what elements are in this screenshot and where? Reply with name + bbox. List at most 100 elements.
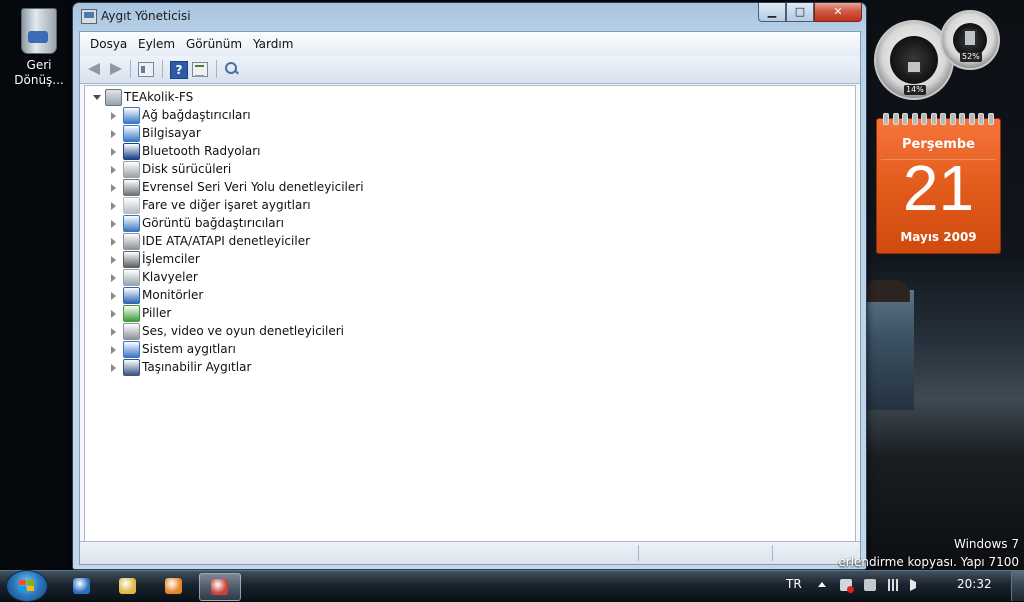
help-icon[interactable]: ? bbox=[170, 61, 188, 79]
forward-arrow-icon[interactable] bbox=[108, 61, 124, 77]
title-bar[interactable]: Aygıt Yöneticisi ▁ □ ✕ bbox=[73, 3, 866, 31]
speaker-icon bbox=[123, 323, 140, 340]
wallpaper-rock bbox=[866, 280, 910, 302]
disk-drive-icon bbox=[123, 161, 140, 178]
portable-devices-icon bbox=[123, 359, 140, 376]
expand-arrow-icon[interactable] bbox=[111, 256, 116, 264]
cpu-meter-gadget[interactable]: 14% 52% bbox=[874, 10, 1002, 102]
tree-item-label: Görüntü bağdaştırıcıları bbox=[142, 216, 284, 230]
expand-arrow-icon[interactable] bbox=[111, 364, 116, 372]
action-center-icon[interactable] bbox=[840, 579, 854, 593]
toolbar-separator bbox=[130, 60, 131, 78]
device-manager-icon bbox=[81, 9, 97, 24]
tree-item-label: Piller bbox=[142, 306, 172, 320]
computer-icon bbox=[123, 125, 140, 142]
expand-arrow-icon[interactable] bbox=[111, 112, 116, 120]
close-button[interactable]: ✕ bbox=[814, 3, 862, 22]
volume-icon[interactable] bbox=[910, 579, 916, 591]
device-manager-window: Aygıt Yöneticisi ▁ □ ✕ Dosya Eylem Görün… bbox=[72, 2, 867, 570]
bluetooth-icon bbox=[123, 143, 140, 160]
toolbar: ? bbox=[80, 56, 860, 84]
expand-arrow-icon[interactable] bbox=[111, 130, 116, 138]
expand-arrow-icon[interactable] bbox=[111, 238, 116, 246]
start-button[interactable] bbox=[6, 570, 48, 602]
menu-file[interactable]: Dosya bbox=[90, 37, 127, 51]
expand-arrow-icon[interactable] bbox=[111, 184, 116, 192]
menu-bar: Dosya Eylem Görünüm Yardım bbox=[80, 32, 860, 57]
show-desktop-button[interactable] bbox=[1011, 571, 1024, 601]
status-divider bbox=[772, 545, 773, 561]
tree-item-label: İşlemciler bbox=[142, 252, 200, 266]
calendar-gadget[interactable]: Perşembe 21 Mayıs 2009 bbox=[876, 113, 1001, 254]
scan-hardware-icon[interactable] bbox=[224, 61, 240, 77]
toolbar-separator bbox=[162, 60, 163, 78]
expand-arrow-icon[interactable] bbox=[111, 148, 116, 156]
tree-item-label: Sistem aygıtları bbox=[142, 342, 236, 356]
cpu-percent: 14% bbox=[904, 85, 926, 95]
show-hidden-icons-icon[interactable] bbox=[818, 582, 826, 587]
memory-chip-icon bbox=[963, 29, 977, 47]
collapse-arrow-icon[interactable] bbox=[93, 95, 101, 104]
update-driver-icon[interactable] bbox=[192, 62, 208, 77]
processor-icon bbox=[123, 251, 140, 268]
power-icon[interactable] bbox=[864, 579, 876, 591]
tree-item-label: Monitörler bbox=[142, 288, 204, 302]
display-adapter-icon bbox=[123, 215, 140, 232]
expand-arrow-icon[interactable] bbox=[111, 220, 116, 228]
computer-icon bbox=[105, 89, 122, 106]
tree-item-label: Klavyeler bbox=[142, 270, 198, 284]
window-client-area: Dosya Eylem Görünüm Yardım ? TEAkolik-FS… bbox=[79, 31, 861, 565]
tree-item-label: IDE ATA/ATAPI denetleyiciler bbox=[142, 234, 311, 248]
expand-arrow-icon[interactable] bbox=[111, 166, 116, 174]
windows-logo-icon bbox=[19, 580, 35, 592]
expand-arrow-icon[interactable] bbox=[111, 310, 116, 318]
expand-arrow-icon[interactable] bbox=[111, 274, 116, 282]
tree-item-label: Evrensel Seri Veri Yolu denetleyicileri bbox=[142, 180, 364, 194]
network-signal-icon[interactable] bbox=[886, 579, 898, 591]
media-player-icon bbox=[165, 578, 182, 594]
windows-explorer-icon bbox=[119, 578, 136, 594]
wallpaper-sea bbox=[864, 290, 914, 410]
taskbar: TR 20:32 bbox=[0, 570, 1024, 602]
recycle-bin-label-line1: Geri bbox=[26, 58, 52, 72]
language-indicator[interactable]: TR bbox=[786, 577, 802, 591]
window-title: Aygıt Yöneticisi bbox=[101, 9, 191, 23]
tree-item-label: Bluetooth Radyoları bbox=[142, 144, 261, 158]
internet-explorer-icon bbox=[73, 578, 90, 594]
recycle-bin-shortcut[interactable]: Geri Dönüş... bbox=[8, 8, 70, 88]
calendar-day-number: 21 bbox=[902, 152, 975, 224]
calendar-weekday: Perşembe bbox=[902, 137, 975, 152]
properties-icon[interactable] bbox=[138, 62, 154, 77]
menu-view[interactable]: Görünüm bbox=[186, 37, 242, 51]
menu-help[interactable]: Yardım bbox=[253, 37, 293, 51]
watermark-line2: erlendirme kopyası. Yapı 7100 bbox=[838, 555, 1019, 569]
device-manager-icon bbox=[211, 579, 228, 595]
tree-item-label: Ses, video ve oyun denetleyicileri bbox=[142, 324, 345, 338]
keyboard-icon bbox=[123, 269, 140, 286]
maximize-button[interactable]: □ bbox=[786, 3, 814, 22]
status-bar bbox=[80, 541, 860, 564]
watermark-line1: Windows 7 bbox=[953, 537, 1019, 551]
tree-root-label: TEAkolik-FS bbox=[124, 90, 194, 104]
minimize-button[interactable]: ▁ bbox=[758, 3, 786, 22]
expand-arrow-icon[interactable] bbox=[111, 292, 116, 300]
calendar-rings bbox=[883, 113, 994, 125]
back-arrow-icon[interactable] bbox=[86, 61, 102, 77]
expand-arrow-icon[interactable] bbox=[111, 328, 116, 336]
toolbar-separator bbox=[216, 60, 217, 78]
menu-action[interactable]: Eylem bbox=[138, 37, 175, 51]
taskbar-button[interactable] bbox=[62, 573, 102, 599]
mouse-icon bbox=[123, 197, 140, 214]
tree-item-label: Fare ve diğer işaret aygıtları bbox=[142, 198, 311, 212]
cpu-chip-icon bbox=[906, 60, 922, 74]
expand-arrow-icon[interactable] bbox=[111, 346, 116, 354]
tree-item-label: Ağ bağdaştırıcıları bbox=[142, 108, 251, 122]
taskbar-button[interactable] bbox=[199, 573, 241, 601]
device-tree: TEAkolik-FS Ağ bağdaştırıcıları Bilgisaya… bbox=[84, 85, 856, 542]
calendar-month-year: Mayıs 2009 bbox=[900, 230, 977, 244]
taskbar-button[interactable] bbox=[154, 573, 194, 599]
system-devices-icon bbox=[123, 341, 140, 358]
clock[interactable]: 20:32 bbox=[957, 577, 992, 591]
taskbar-button[interactable] bbox=[108, 573, 148, 599]
expand-arrow-icon[interactable] bbox=[111, 202, 116, 210]
